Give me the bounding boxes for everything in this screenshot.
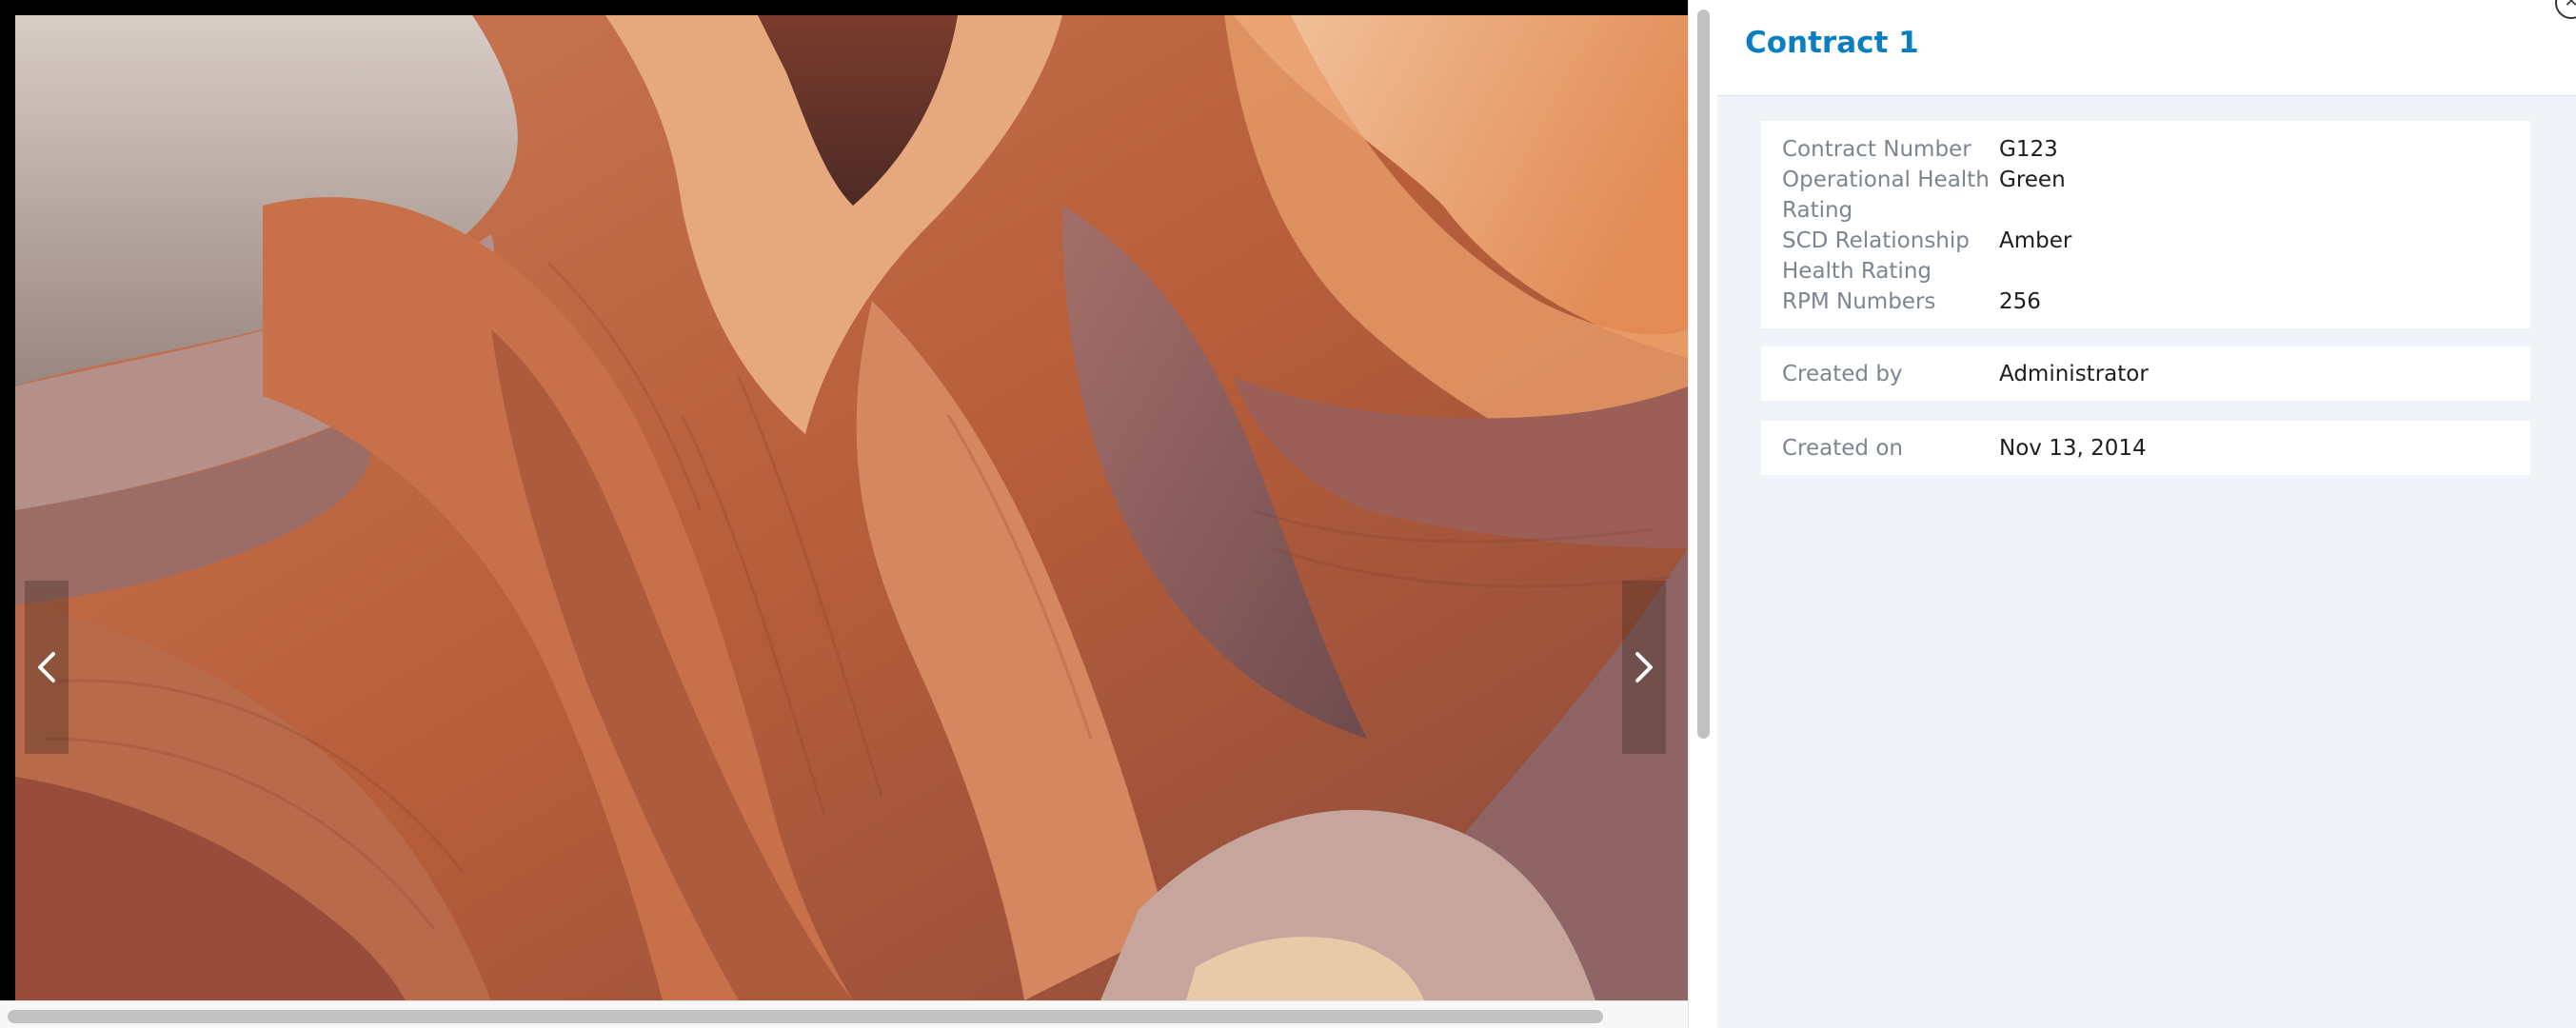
app-window: Contract 1 ✕ Contract Number G123 Operat… <box>0 0 2576 1028</box>
created-by-value: Administrator <box>1999 361 2149 386</box>
created-on-label: Created on <box>1782 435 1903 461</box>
panel-header: Contract 1 ✕ <box>1717 0 2576 96</box>
created-on-value: Nov 13, 2014 <box>1999 435 2147 461</box>
attribute-row-operational-health-rating: Operational Health Rating Green <box>1782 165 2509 226</box>
panel-title: Contract 1 <box>1745 26 1919 60</box>
attribute-label: Operational Health Rating <box>1782 168 1990 223</box>
attributes-card: Contract Number G123 Operational Health … <box>1761 121 2530 328</box>
attribute-value: 256 <box>1999 289 2041 314</box>
created-on-card: Created on Nov 13, 2014 <box>1761 421 2530 475</box>
image-viewer <box>0 0 1717 1028</box>
chevron-right-icon <box>1635 652 1653 682</box>
horizontal-scrollbar-thumb[interactable] <box>8 1010 1603 1023</box>
attribute-value: G123 <box>1999 137 2058 162</box>
attribute-row-rpm-numbers: RPM Numbers 256 <box>1782 287 2509 317</box>
attribute-row-scd-relationship-health-rating: SCD Relationship Health Rating Amber <box>1782 226 2509 287</box>
attribute-row-contract-number: Contract Number G123 <box>1782 134 2509 165</box>
attribute-value: Amber <box>1999 228 2072 253</box>
next-image-button[interactable] <box>1622 581 1666 754</box>
created-by-row: Created by Administrator <box>1782 346 2509 401</box>
previous-image-button[interactable] <box>25 581 69 754</box>
attribute-label: RPM Numbers <box>1782 289 1936 314</box>
vertical-scrollbar[interactable] <box>1688 0 1717 1028</box>
vertical-scrollbar-thumb[interactable] <box>1697 10 1710 739</box>
close-icon: ✕ <box>2564 0 2576 11</box>
horizontal-scrollbar[interactable] <box>0 1000 1688 1028</box>
attribute-label: SCD Relationship Health Rating <box>1782 228 1970 284</box>
attribute-label: Contract Number <box>1782 137 1972 162</box>
created-by-card: Created by Administrator <box>1761 346 2530 401</box>
canyon-photo <box>15 15 1688 1000</box>
created-on-row: Created on Nov 13, 2014 <box>1782 421 2509 475</box>
canyon-photo-art <box>15 15 1688 1000</box>
created-by-label: Created by <box>1782 361 1903 386</box>
chevron-left-icon <box>38 652 55 682</box>
details-panel: Contract 1 ✕ Contract Number G123 Operat… <box>1717 0 2576 1028</box>
attribute-value: Green <box>1999 168 2066 192</box>
close-button[interactable]: ✕ <box>2555 0 2576 19</box>
